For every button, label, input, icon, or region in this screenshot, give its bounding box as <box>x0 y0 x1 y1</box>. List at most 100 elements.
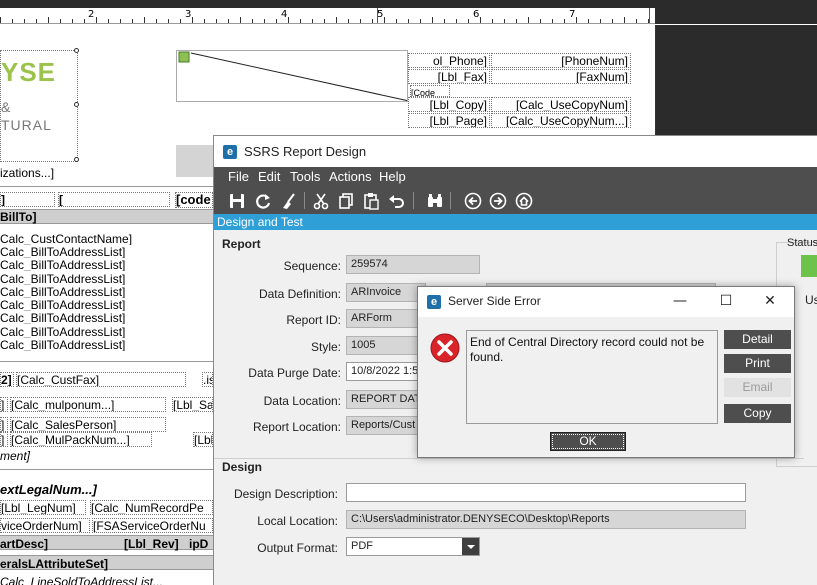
status-indicator <box>801 255 817 277</box>
forward-icon[interactable] <box>488 191 508 211</box>
report-field[interactable]: Calc_BillToAddressList] <box>0 245 213 258</box>
image-diagonal-line <box>178 51 407 101</box>
report-field[interactable]: Calc_BillToAddressList] <box>0 272 213 285</box>
report-field[interactable]: [Calc_mulponum...] <box>10 397 166 412</box>
report-field[interactable]: izations...] <box>0 166 60 181</box>
report-field[interactable]: [Lbl_Copy] <box>408 97 490 112</box>
ruler-tick <box>156 19 157 23</box>
report-field[interactable]: [Calc_NumRecordPe <box>90 500 213 515</box>
data-purge-date-field[interactable]: 10/8/2022 1:5 <box>346 362 426 381</box>
menu-help[interactable]: Help <box>379 169 406 184</box>
ruler-tick <box>432 17 433 23</box>
image-placeholder[interactable] <box>176 50 408 102</box>
binoculars-icon[interactable] <box>425 191 445 211</box>
report-field[interactable]: [Lbl_LegNum] <box>0 500 86 515</box>
ruler-number: 7 <box>569 9 576 20</box>
report-location-field[interactable]: Reports/Cust <box>346 416 426 435</box>
menu-tools[interactable]: Tools <box>290 169 320 184</box>
paste-icon[interactable] <box>361 191 381 211</box>
email-button[interactable]: Email <box>724 378 791 397</box>
undo-icon[interactable] <box>387 191 407 211</box>
report-location-label: Report Location: <box>252 420 341 434</box>
report-field[interactable]: [code <box>175 192 213 208</box>
ok-button[interactable]: OK <box>550 432 626 451</box>
report-id-field[interactable]: ARForm <box>346 309 426 328</box>
report-field[interactable]: [Lbl_Rev] <box>124 537 186 551</box>
report-field[interactable]: Calc_LineSoldToAddressList... <box>0 575 190 585</box>
data-definition-field[interactable]: ARInvoice <box>346 283 426 302</box>
report-field[interactable]: artDesc] <box>0 537 110 551</box>
report-field[interactable]: Calc_CustContactName] <box>0 232 213 245</box>
company-logo[interactable]: YSE & TURAL <box>0 50 78 162</box>
close-icon[interactable]: ✕ <box>760 291 780 311</box>
local-location-field[interactable]: C:\Users\administrator.DENYSECO\Desktop\… <box>346 510 746 529</box>
back-icon[interactable] <box>463 191 483 211</box>
data-location-field[interactable]: REPORT DAT <box>346 390 426 409</box>
report-field[interactable]: Calc_BillToAddressList] <box>0 285 213 298</box>
report-field[interactable]: [Lbl_Sa <box>172 397 213 412</box>
menu-edit[interactable]: Edit <box>258 169 280 184</box>
report-field[interactable]: Calc_BillToAddressList] <box>0 311 213 324</box>
output-format-select[interactable]: PDF <box>346 537 480 556</box>
report-field[interactable]: [Calc_MulPackNum...] <box>10 432 152 447</box>
status-label: Status <box>787 237 817 249</box>
copy-icon[interactable] <box>336 191 356 211</box>
report-field[interactable]: [FSAServiceOrderNu <box>92 518 213 533</box>
design-description-input[interactable] <box>346 483 746 502</box>
report-field[interactable]: [Lbl_Page] <box>408 113 490 128</box>
page-edge-line <box>655 25 656 137</box>
report-field[interactable]: Calc_BillToAddressList] <box>0 258 213 271</box>
report-field[interactable]: [Calc_UseCopyNum...] <box>491 113 631 128</box>
ruler-tick <box>180 19 181 23</box>
designer-top-bar <box>0 0 817 8</box>
report-field[interactable]: [PhoneNum] <box>491 53 631 68</box>
ruler-tick <box>444 19 445 23</box>
resize-handle[interactable] <box>74 157 79 162</box>
report-field[interactable]: [Calc_UseCopyNum] <box>491 97 631 112</box>
resize-handle[interactable] <box>74 102 79 107</box>
report-field[interactable]: [Lbl_Fax] <box>408 69 490 84</box>
report-field[interactable]: ] <box>0 397 8 412</box>
resize-handle[interactable] <box>74 48 79 53</box>
sequence-field[interactable]: 259574 <box>346 255 480 274</box>
report-field[interactable]: 2] <box>0 372 14 387</box>
report-field[interactable]: ] <box>0 417 8 432</box>
report-field[interactable]: [Calc_CustFax] <box>16 372 186 387</box>
report-field[interactable]: ipD <box>189 537 213 551</box>
copy-button[interactable]: Copy <box>724 404 791 423</box>
ruler-tick <box>372 19 373 23</box>
menu-file[interactable]: File <box>228 169 249 184</box>
home-icon[interactable] <box>514 191 534 211</box>
save-icon[interactable] <box>227 191 247 211</box>
chevron-down-icon[interactable] <box>462 538 479 555</box>
report-field[interactable]: [Lbl <box>193 432 213 447</box>
report-field[interactable]: .is <box>202 372 213 387</box>
clear-icon[interactable] <box>279 191 299 211</box>
report-field[interactable]: Calc_BillToAddressList] <box>0 325 213 338</box>
menu-actions[interactable]: Actions <box>329 169 372 184</box>
report-field[interactable]: [FaxNum] <box>491 69 631 84</box>
detail-button[interactable]: Detail <box>724 330 791 349</box>
report-field[interactable]: ] <box>0 432 8 447</box>
report-field[interactable]: eralsLAttributeSet] <box>0 557 160 571</box>
report-field[interactable]: extLegalNum...] <box>0 483 120 499</box>
report-field[interactable]: ment] <box>0 449 60 464</box>
ruler-tick <box>648 19 649 23</box>
report-field[interactable]: [Code <box>410 85 450 97</box>
report-field[interactable]: BillTo] <box>0 210 60 224</box>
print-button[interactable]: Print <box>724 354 791 373</box>
report-field[interactable]: [Calc_SalesPerson] <box>10 417 166 432</box>
report-field[interactable]: [ <box>58 192 170 207</box>
maximize-icon[interactable]: ☐ <box>716 291 736 311</box>
refresh-icon[interactable] <box>253 191 273 211</box>
report-field[interactable]: ol_Phone] <box>408 53 490 68</box>
report-field[interactable]: Calc_BillToAddressList] <box>0 338 213 351</box>
toolbar-separator <box>304 192 305 209</box>
report-field[interactable]: ] <box>0 192 55 207</box>
cut-icon[interactable] <box>311 191 331 211</box>
report-field[interactable]: viceOrderNum] <box>0 518 90 533</box>
ruler-tick <box>552 19 553 23</box>
style-field[interactable]: 1005 <box>346 336 426 355</box>
report-field[interactable]: Calc_BillToAddressList] <box>0 298 213 311</box>
minimize-icon[interactable]: — <box>670 291 690 311</box>
